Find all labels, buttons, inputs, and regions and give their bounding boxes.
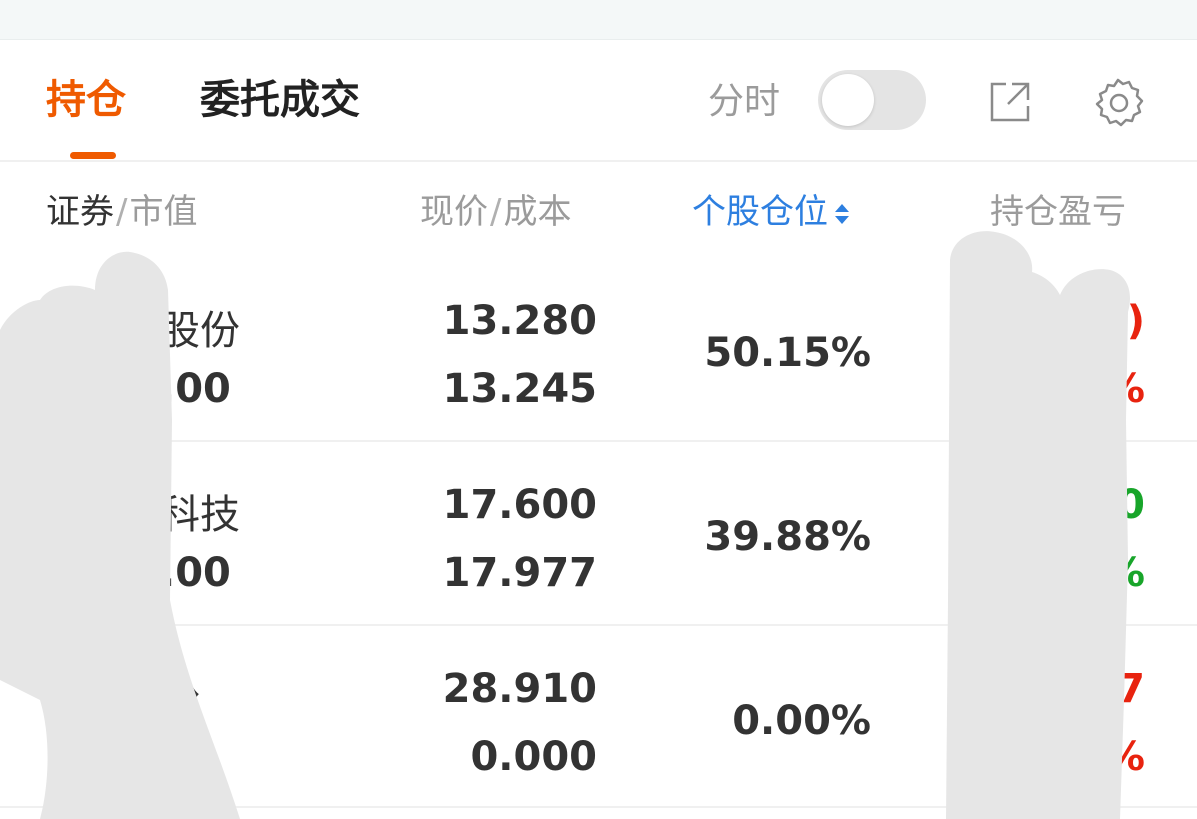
column-header-pnl[interactable]: 持仓盈亏 xyxy=(990,188,1126,236)
market-value: .00 xyxy=(160,550,231,596)
time-share-label: 分时 xyxy=(708,81,781,122)
column-header-security: 证券/市值 xyxy=(46,188,197,236)
time-share-toggle[interactable] xyxy=(818,70,926,130)
price-label: 现价 xyxy=(420,192,488,232)
stock-name: 份 xyxy=(160,676,200,722)
holdings-page: 持仓 委托成交 分时 证券/市值 现价/成本 个股仓位 持仓盈亏 股份 .00 … xyxy=(0,0,1197,819)
separator: / xyxy=(490,192,502,232)
gear-icon[interactable] xyxy=(1090,76,1146,132)
toggle-knob xyxy=(822,74,874,126)
row-divider xyxy=(0,806,1197,808)
cost-price: 13.245 xyxy=(442,366,597,412)
header-divider xyxy=(0,160,1197,162)
separator: / xyxy=(116,192,128,232)
position-percent: 39.88% xyxy=(704,514,871,560)
pnl-amount: ) xyxy=(1126,298,1145,344)
security-label: 证券 xyxy=(46,192,114,232)
market-value: .00 xyxy=(160,366,231,412)
current-price: 17.600 xyxy=(442,482,597,528)
pnl-rate: % xyxy=(1104,550,1145,596)
market-value-label: 市值 xyxy=(129,192,198,232)
position-percent: 50.15% xyxy=(704,330,871,376)
column-header-price: 现价/成本 xyxy=(420,188,571,236)
stock-name: 股份 xyxy=(160,308,240,354)
top-strip xyxy=(0,0,1197,40)
pnl-rate: % xyxy=(1104,734,1145,780)
current-price: 13.280 xyxy=(442,298,597,344)
holding-row[interactable]: 科技 .00 17.600 17.977 39.88% 0 % xyxy=(0,442,1197,626)
external-link-icon[interactable] xyxy=(986,78,1034,126)
holding-row[interactable]: 份 28.910 0.000 0.00% 7 % xyxy=(0,626,1197,810)
current-price: 28.910 xyxy=(442,666,597,712)
cost-price: 0.000 xyxy=(470,734,597,780)
column-header-position[interactable]: 个股仓位 xyxy=(692,188,852,236)
tab-orders[interactable]: 委托成交 xyxy=(200,72,360,128)
active-tab-indicator xyxy=(70,152,116,159)
position-percent: 0.00% xyxy=(732,698,871,744)
stock-name: 科技 xyxy=(160,492,240,538)
pnl-rate: % xyxy=(1104,366,1145,412)
sort-icon xyxy=(835,203,849,224)
pnl-amount: 0 xyxy=(1117,482,1145,528)
tab-holdings[interactable]: 持仓 xyxy=(46,72,126,128)
cost-price: 17.977 xyxy=(442,550,597,596)
pnl-amount: 7 xyxy=(1117,666,1145,712)
position-label: 个股仓位 xyxy=(692,192,828,232)
holding-row[interactable]: 股份 .00 13.280 13.245 50.15% ) % xyxy=(0,258,1197,442)
cost-label: 成本 xyxy=(503,192,572,232)
